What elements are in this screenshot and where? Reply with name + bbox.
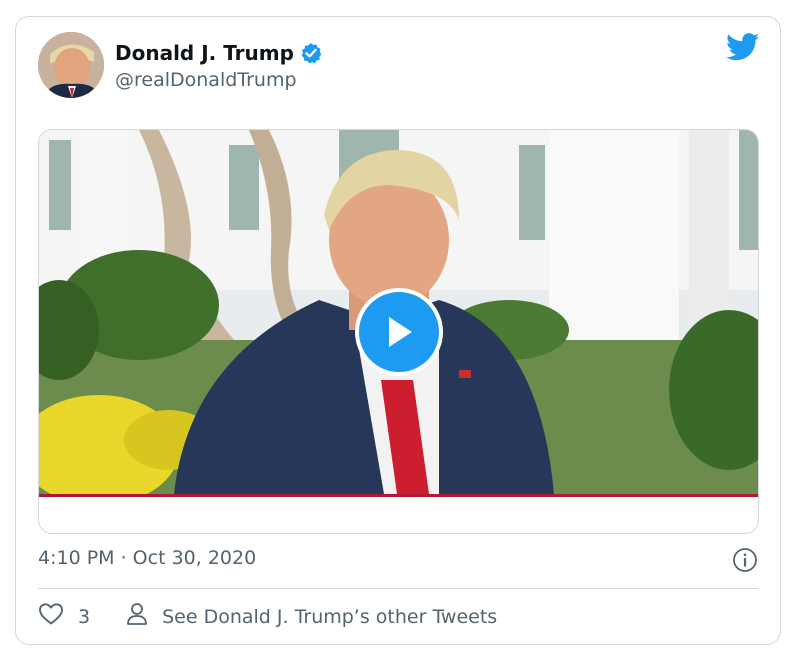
like-button[interactable]: 3	[38, 602, 90, 631]
person-icon	[126, 602, 148, 631]
tweet-media	[38, 129, 759, 534]
tweet-actions: 3 See Donald J. Trump’s other Tweets	[38, 602, 497, 631]
divider	[38, 588, 758, 589]
author-name-row: Donald J. Trump	[115, 41, 322, 65]
see-other-tweets-link[interactable]: See Donald J. Trump’s other Tweets	[126, 602, 497, 631]
play-icon[interactable]	[355, 288, 443, 376]
tweet-card: Donald J. Trump @realDonaldTrump 4:10 PM…	[15, 16, 781, 645]
heart-icon	[38, 602, 64, 631]
info-icon[interactable]	[732, 547, 758, 573]
like-count: 3	[78, 605, 91, 628]
author-name[interactable]: Donald J. Trump	[115, 41, 294, 65]
twitter-bird-icon[interactable]	[725, 33, 760, 61]
author-handle[interactable]: @realDonaldTrump	[115, 69, 297, 91]
verified-badge-icon	[300, 42, 322, 64]
tweet-timestamp[interactable]: 4:10 PM · Oct 30, 2020	[38, 547, 256, 569]
see-other-tweets-label: See Donald J. Trump’s other Tweets	[162, 605, 498, 628]
author-avatar[interactable]	[38, 32, 104, 98]
video-progress-bar	[39, 494, 758, 497]
